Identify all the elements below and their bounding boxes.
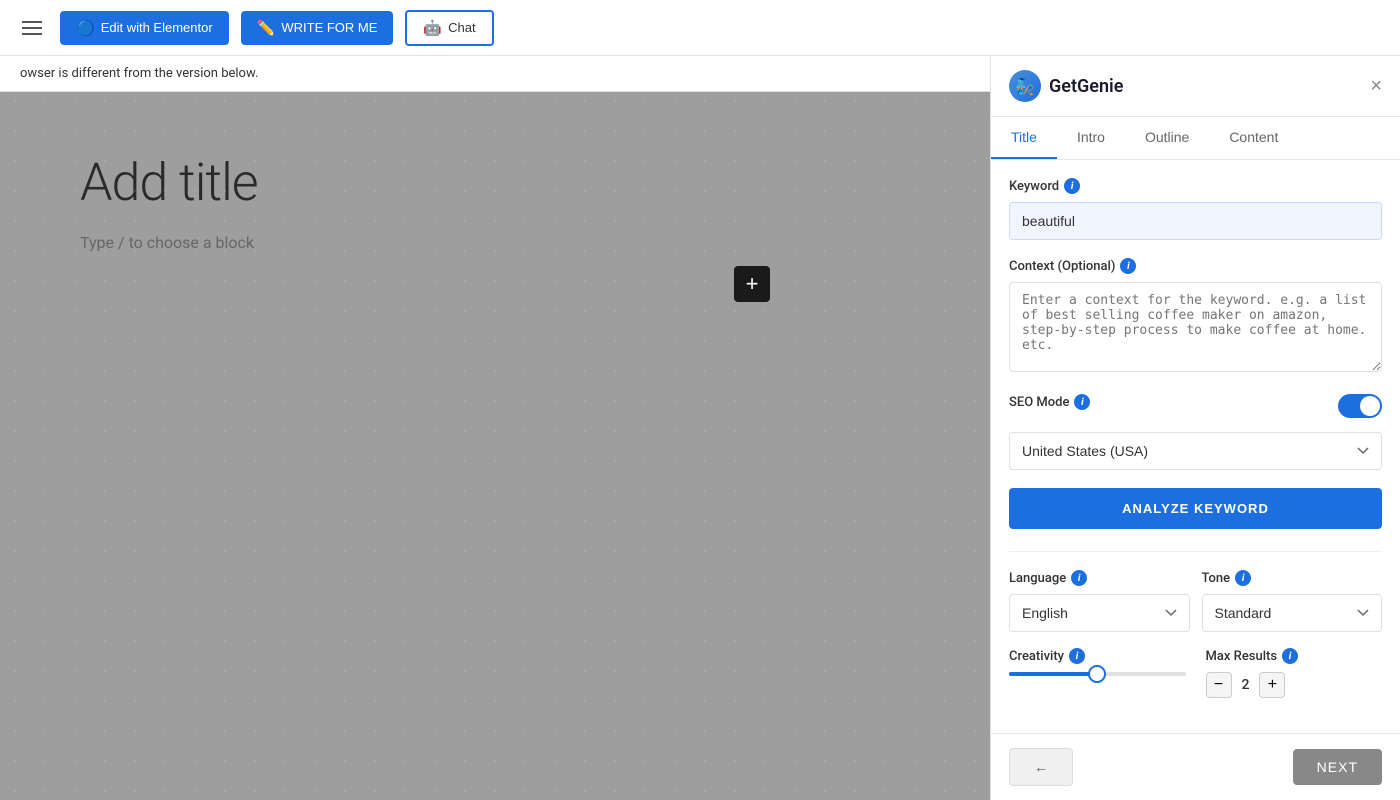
tone-col: Tone i Standard Formal Casual Profession… bbox=[1202, 570, 1383, 632]
tab-outline[interactable]: Outline bbox=[1125, 117, 1209, 159]
keyword-label: Keyword i bbox=[1009, 178, 1382, 194]
context-field-group: Context (Optional) i bbox=[1009, 258, 1382, 376]
tab-title[interactable]: Title bbox=[991, 117, 1057, 159]
editor-notice: owser is different from the version belo… bbox=[0, 56, 990, 92]
elementor-button[interactable]: 🔵 Edit with Elementor bbox=[60, 11, 229, 45]
country-select[interactable]: United States (USA) United Kingdom Canad… bbox=[1009, 432, 1382, 470]
language-tone-row: Language i English French Spanish German… bbox=[1009, 570, 1382, 632]
write-icon: ✏️ bbox=[257, 19, 276, 37]
genie-header: 🧞 GetGenie × bbox=[991, 56, 1400, 117]
language-info-icon[interactable]: i bbox=[1071, 570, 1087, 586]
toolbar-left: 🔵 Edit with Elementor ✏️ WRITE FOR ME 🤖 … bbox=[16, 10, 494, 46]
editor-title[interactable]: Add title bbox=[80, 152, 910, 213]
max-results-decrement-button[interactable]: − bbox=[1206, 672, 1232, 698]
editor-canvas: Add title Type / to choose a block bbox=[0, 92, 990, 312]
hamburger-button[interactable] bbox=[16, 15, 48, 41]
seo-mode-toggle[interactable] bbox=[1338, 394, 1382, 418]
creativity-maxresults-row: Creativity i Max Results i − 2 bbox=[1009, 648, 1382, 698]
analyze-keyword-button[interactable]: ANALYZE KEYWORD bbox=[1009, 488, 1382, 529]
creativity-slider-track bbox=[1009, 672, 1186, 676]
genie-logo-text: GetGenie bbox=[1049, 76, 1123, 97]
editor-placeholder[interactable]: Type / to choose a block bbox=[80, 233, 910, 252]
creativity-slider-thumb[interactable] bbox=[1088, 665, 1106, 683]
language-label: Language i bbox=[1009, 570, 1190, 586]
keyword-info-icon[interactable]: i bbox=[1064, 178, 1080, 194]
language-col: Language i English French Spanish German bbox=[1009, 570, 1190, 632]
keyword-input[interactable] bbox=[1009, 202, 1382, 240]
seo-mode-label: SEO Mode i bbox=[1009, 394, 1090, 410]
write-for-me-button[interactable]: ✏️ WRITE FOR ME bbox=[241, 11, 394, 45]
creativity-info-icon[interactable]: i bbox=[1069, 648, 1085, 664]
elementor-icon: 🔵 bbox=[76, 19, 95, 37]
max-results-col: Max Results i − 2 + bbox=[1206, 648, 1383, 698]
creativity-col: Creativity i bbox=[1009, 648, 1186, 698]
max-results-label: Max Results i bbox=[1206, 648, 1383, 664]
seo-mode-row: SEO Mode i bbox=[1009, 394, 1382, 418]
seo-mode-info-icon[interactable]: i bbox=[1074, 394, 1090, 410]
main-content: owser is different from the version belo… bbox=[0, 56, 1400, 800]
context-info-icon[interactable]: i bbox=[1120, 258, 1136, 274]
tone-select[interactable]: Standard Formal Casual Professional bbox=[1202, 594, 1383, 632]
language-select[interactable]: English French Spanish German bbox=[1009, 594, 1190, 632]
genie-tabs: Title Intro Outline Content bbox=[991, 117, 1400, 160]
toolbar: 🔵 Edit with Elementor ✏️ WRITE FOR ME 🤖 … bbox=[0, 0, 1400, 56]
creativity-label: Creativity i bbox=[1009, 648, 1186, 664]
genie-logo: 🧞 GetGenie bbox=[1009, 70, 1123, 102]
genie-logo-icon: 🧞 bbox=[1009, 70, 1041, 102]
country-field-group: United States (USA) United Kingdom Canad… bbox=[1009, 432, 1382, 470]
genie-panel: 🧞 GetGenie × Title Intro Outline Content bbox=[990, 56, 1400, 800]
chat-icon: 🤖 bbox=[423, 19, 442, 37]
max-results-info-icon[interactable]: i bbox=[1282, 648, 1298, 664]
editor-area: owser is different from the version belo… bbox=[0, 56, 990, 800]
context-label: Context (Optional) i bbox=[1009, 258, 1382, 274]
hamburger-line-3 bbox=[22, 33, 42, 35]
max-results-increment-button[interactable]: + bbox=[1259, 672, 1285, 698]
tone-info-icon[interactable]: i bbox=[1235, 570, 1251, 586]
hamburger-line-1 bbox=[22, 21, 42, 23]
next-button[interactable]: NEXT bbox=[1293, 749, 1382, 785]
divider bbox=[1009, 551, 1382, 552]
chat-button[interactable]: 🤖 Chat bbox=[405, 10, 493, 46]
keyword-field-group: Keyword i bbox=[1009, 178, 1382, 240]
genie-body: Keyword i Context (Optional) i SEO Mode … bbox=[991, 160, 1400, 733]
back-button[interactable]: ← bbox=[1009, 748, 1073, 786]
tab-content[interactable]: Content bbox=[1209, 117, 1298, 159]
genie-footer: ← NEXT bbox=[991, 733, 1400, 800]
context-textarea[interactable] bbox=[1009, 282, 1382, 372]
tab-intro[interactable]: Intro bbox=[1057, 117, 1125, 159]
max-results-value: 2 bbox=[1242, 677, 1250, 693]
toggle-knob bbox=[1360, 396, 1380, 416]
max-results-controls: − 2 + bbox=[1206, 672, 1383, 698]
tone-label: Tone i bbox=[1202, 570, 1383, 586]
genie-close-button[interactable]: × bbox=[1370, 75, 1382, 98]
hamburger-line-2 bbox=[22, 27, 42, 29]
add-block-button[interactable]: + bbox=[734, 266, 770, 302]
